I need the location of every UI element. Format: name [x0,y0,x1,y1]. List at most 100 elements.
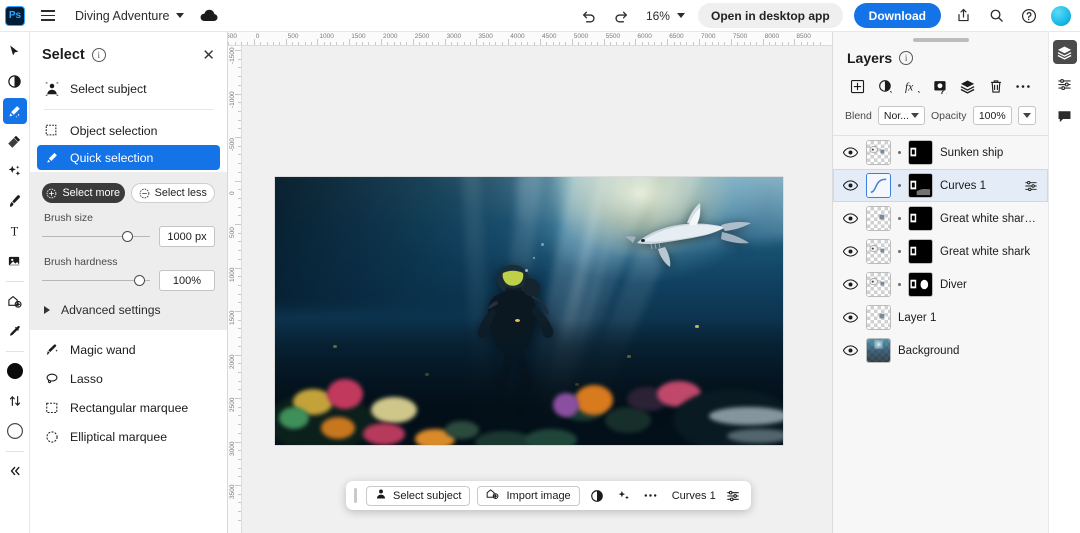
foreground-color[interactable] [3,358,27,384]
help-icon[interactable] [1018,5,1040,27]
search-icon[interactable] [985,5,1007,27]
hamburger-menu-icon[interactable] [35,3,61,29]
quick-selection-row[interactable]: Quick selection [37,145,220,170]
layer-properties-icon[interactable] [1023,178,1039,194]
select-more-button[interactable]: Select more [42,183,125,203]
zoom-level-dropdown[interactable]: 16% [644,9,687,23]
layer-row[interactable]: Great white shark co... [833,202,1048,235]
info-icon[interactable]: i [899,51,914,65]
generative-fill-tool[interactable] [3,158,27,184]
layer-thumbnail[interactable] [866,272,891,297]
select-less-button[interactable]: Select less [130,183,215,203]
lasso-row[interactable]: Lasso [30,364,227,393]
undo-icon[interactable] [578,5,600,27]
comments-panel-toggle[interactable] [1053,104,1077,128]
half-circle-icon[interactable] [875,76,896,97]
select-subject-row[interactable]: Select subject [30,74,227,103]
horizontal-ruler[interactable]: -500 0 500 1000 1500 2000 2500 3000 3500 4000 4500… [228,32,832,46]
layer-visibility-toggle[interactable] [842,144,859,161]
layer-thumbnail[interactable] [866,338,891,363]
layer-thumbnail[interactable] [866,173,891,198]
opacity-dropdown[interactable] [1018,106,1036,125]
layer-row[interactable]: Curves 1 [833,169,1048,202]
blend-mode-dropdown[interactable]: Nor... [877,106,925,125]
info-icon[interactable]: i [91,48,106,62]
collapse-rail[interactable] [3,458,27,484]
download-button[interactable]: Download [853,3,941,28]
layer-thumbnail[interactable] [866,239,891,264]
vertical-ruler[interactable]: -1500 -1000 -500 0 500 1000 1500 2000 2500 3000 35… [228,46,242,533]
opacity-input[interactable]: 100% [972,106,1012,125]
type-tool[interactable]: T [3,218,27,244]
brush-size-slider[interactable] [42,230,150,244]
close-icon[interactable]: ✕ [202,48,215,63]
layer-row[interactable]: Diver [833,268,1048,301]
move-tool[interactable] [3,38,27,64]
elliptical-marquee-row[interactable]: Elliptical marquee [30,422,227,451]
document-title-dropdown[interactable]: Diving Adventure [75,9,184,23]
sliders-icon[interactable] [723,486,743,506]
object-selection-row[interactable]: Object selection [30,116,227,145]
import-image-button[interactable]: Import image [477,485,580,506]
layer-mask-thumbnail[interactable] [908,272,933,297]
advanced-settings-row[interactable]: Advanced settings [30,291,227,320]
photoshop-logo[interactable]: Ps [5,5,25,26]
adjustment-icon[interactable] [587,486,607,506]
trash-icon[interactable] [985,76,1006,97]
spot-healing-tool[interactable] [3,128,27,154]
background-color[interactable] [3,418,27,444]
fx-icon[interactable]: fx [902,76,923,97]
adjustment-tool[interactable] [3,68,27,94]
layer-mask-link-icon[interactable] [898,250,901,253]
share-icon[interactable] [952,5,974,27]
layer-visibility-toggle[interactable] [842,309,859,326]
properties-panel-toggle[interactable] [1053,72,1077,96]
layer-row[interactable]: Sunken ship [833,136,1048,169]
more-dots-icon[interactable] [1013,76,1034,97]
layer-mask-thumbnail[interactable] [908,173,933,198]
magic-wand-row[interactable]: Magic wand [30,335,227,364]
brush-size-input[interactable]: 1000 px [159,226,215,247]
brush-hardness-input[interactable]: 100% [159,270,215,291]
select-subject-button[interactable]: Select subject [366,485,471,506]
layer-row[interactable]: Great white shark [833,235,1048,268]
layer-mask-thumbnail[interactable] [908,239,933,264]
brush-hardness-slider[interactable] [42,274,150,288]
layer-mask-thumbnail[interactable] [908,206,933,231]
artboard[interactable] [275,177,783,445]
brush-hardness-knob[interactable] [133,275,145,286]
swap-colors[interactable] [3,388,27,414]
quick-selection-tool[interactable] [2,98,27,124]
layer-row[interactable]: Background [833,334,1048,367]
layer-visibility-toggle[interactable] [842,276,859,293]
open-in-desktop-app-button[interactable]: Open in desktop app [697,3,843,28]
layer-mask-link-icon[interactable] [898,151,901,154]
layer-row[interactable]: Layer 1 [833,301,1048,334]
layer-visibility-toggle[interactable] [842,342,859,359]
layers-panel-toggle[interactable] [1052,40,1077,64]
layer-thumbnail[interactable] [866,305,891,330]
eyedropper-tool[interactable] [3,318,27,344]
layer-thumbnail[interactable] [866,206,891,231]
rectangular-marquee-row[interactable]: Rectangular marquee [30,393,227,422]
plus-square-icon[interactable] [847,76,868,97]
place-image-tool[interactable] [3,288,27,314]
canvas-stage[interactable] [242,46,832,533]
cloud-icon[interactable] [198,5,220,27]
layer-thumbnail[interactable] [866,140,891,165]
layer-mask-link-icon[interactable] [898,217,901,220]
drag-grip[interactable] [354,488,357,503]
layer-mask-link-icon[interactable] [898,283,901,286]
layer-mask-link-icon[interactable] [898,184,901,187]
sparkle-icon[interactable] [614,486,634,506]
layer-visibility-toggle[interactable] [842,243,859,260]
brush-size-knob[interactable] [121,231,133,242]
crop-tool[interactable] [3,248,27,274]
redo-icon[interactable] [611,5,633,27]
more-dots-icon[interactable] [641,486,661,506]
brush-tool[interactable] [3,188,27,214]
stack-icon[interactable] [958,76,979,97]
avatar[interactable] [1051,5,1071,26]
mask-icon[interactable] [930,76,951,97]
layer-mask-thumbnail[interactable] [908,140,933,165]
